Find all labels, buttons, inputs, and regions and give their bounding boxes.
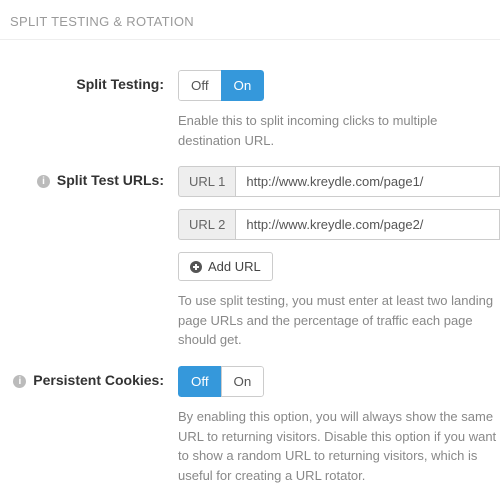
info-icon[interactable]: i xyxy=(37,175,50,188)
label-split-urls-text: Split Test URLs: xyxy=(57,172,164,188)
split-testing-on-button[interactable]: On xyxy=(221,70,265,101)
url-2-group: URL 2 xyxy=(178,209,500,240)
row-split-testing: Split Testing: Off On Enable this to spl… xyxy=(0,70,500,150)
row-split-urls: i Split Test URLs: URL 1 URL 2 Add URL T… xyxy=(0,166,500,350)
persistent-cookies-off-button[interactable]: Off xyxy=(178,366,222,397)
help-split-testing: Enable this to split incoming clicks to … xyxy=(178,111,500,150)
label-persistent-cookies: i Persistent Cookies: xyxy=(0,366,178,388)
url-1-input[interactable] xyxy=(235,166,500,197)
info-icon[interactable]: i xyxy=(13,375,26,388)
persistent-cookies-on-button[interactable]: On xyxy=(221,366,265,397)
section-header: SPLIT TESTING & ROTATION xyxy=(0,0,500,40)
control-split-testing: Off On Enable this to split incoming cli… xyxy=(178,70,500,150)
url-1-addon: URL 1 xyxy=(178,166,235,197)
plus-circle-icon xyxy=(190,261,202,273)
help-split-urls: To use split testing, you must enter at … xyxy=(178,291,500,350)
url-2-input[interactable] xyxy=(235,209,500,240)
label-persistent-cookies-text: Persistent Cookies: xyxy=(33,372,164,388)
help-persistent-cookies: By enabling this option, you will always… xyxy=(178,407,500,485)
url-1-group: URL 1 xyxy=(178,166,500,197)
control-split-urls: URL 1 URL 2 Add URL To use split testing… xyxy=(178,166,500,350)
split-testing-off-button[interactable]: Off xyxy=(178,70,222,101)
url-2-addon: URL 2 xyxy=(178,209,235,240)
section-title: SPLIT TESTING & ROTATION xyxy=(10,14,194,29)
label-split-testing: Split Testing: xyxy=(0,70,178,92)
control-persistent-cookies: Off On By enabling this option, you will… xyxy=(178,366,500,485)
add-url-button[interactable]: Add URL xyxy=(178,252,273,281)
add-url-label: Add URL xyxy=(208,259,261,274)
label-split-urls: i Split Test URLs: xyxy=(0,166,178,188)
label-split-testing-text: Split Testing: xyxy=(76,76,164,92)
toggle-split-testing: Off On xyxy=(178,70,264,101)
form-area: Split Testing: Off On Enable this to spl… xyxy=(0,40,500,485)
row-persistent-cookies: i Persistent Cookies: Off On By enabling… xyxy=(0,366,500,485)
toggle-persistent-cookies: Off On xyxy=(178,366,264,397)
